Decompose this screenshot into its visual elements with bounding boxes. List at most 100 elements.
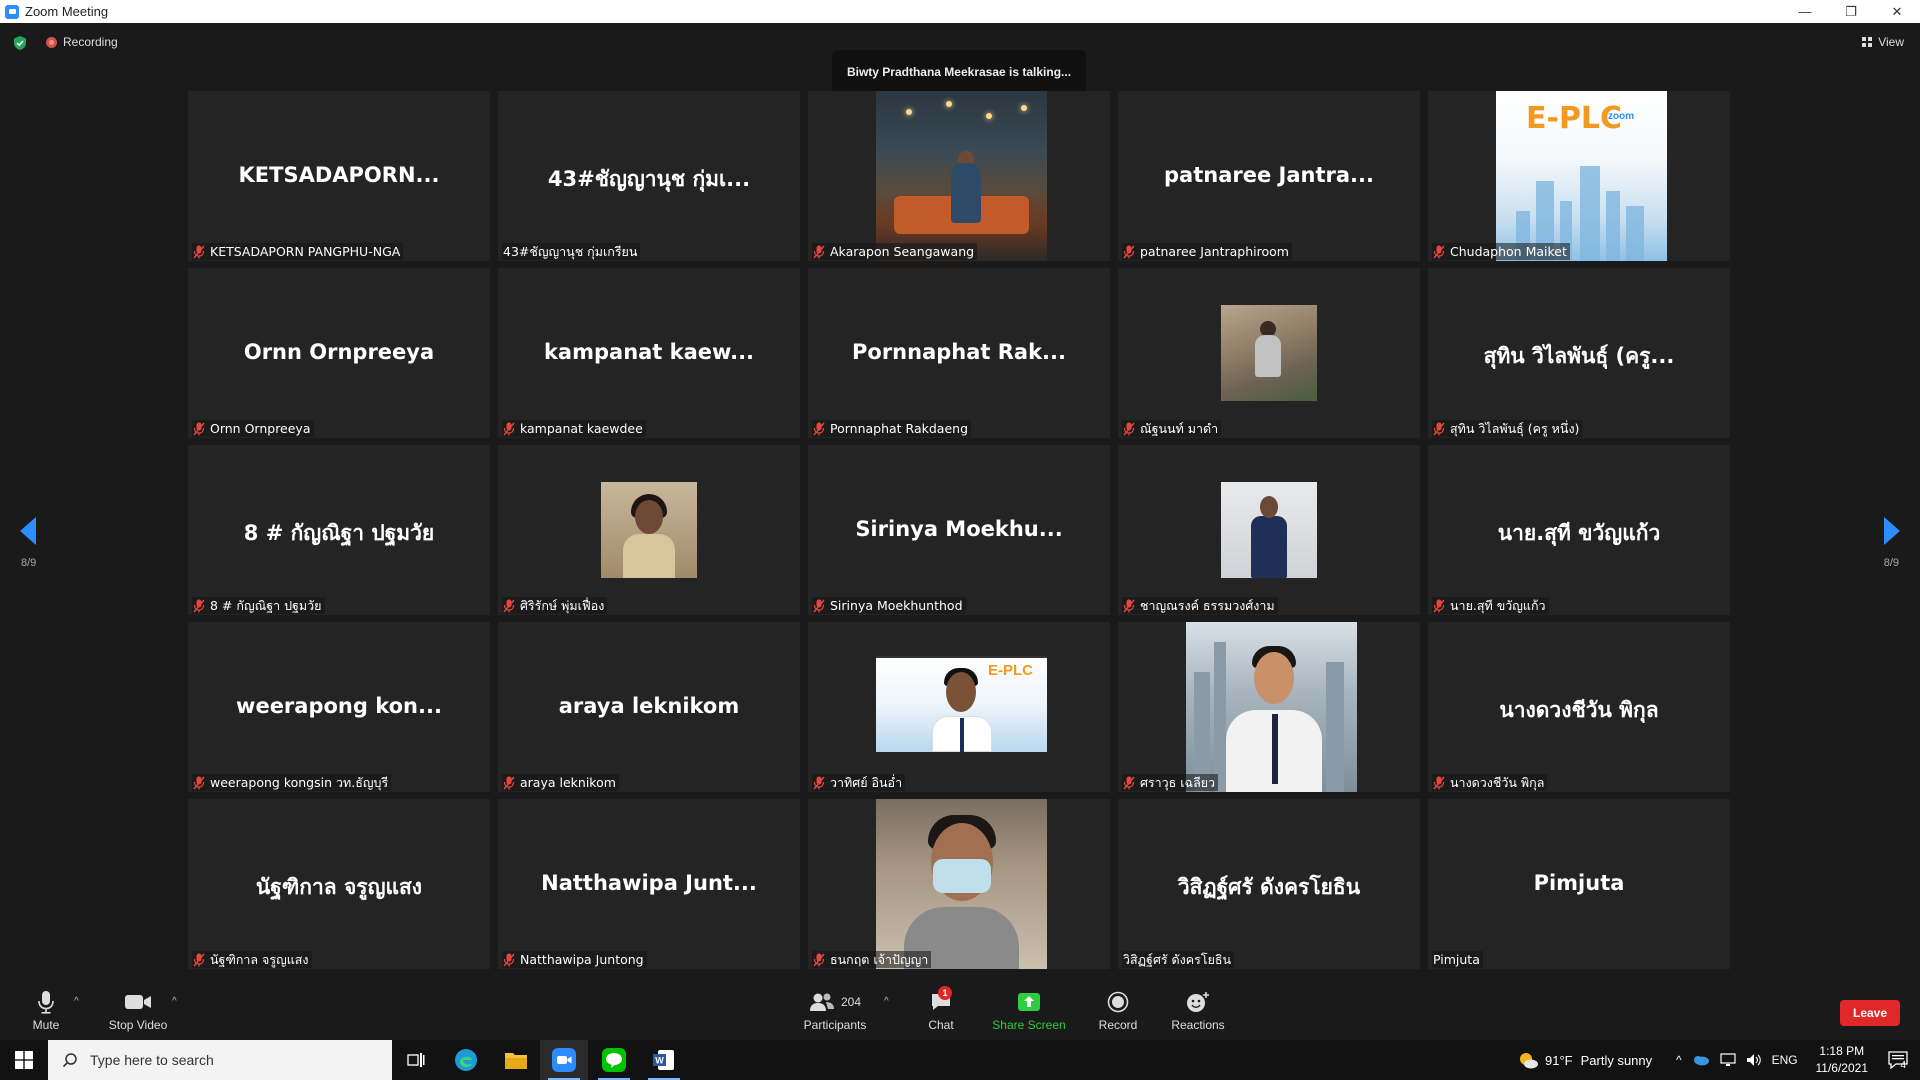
- participant-name: Chudaphon Maiket: [1450, 244, 1567, 259]
- participant-tile[interactable]: E-PLC วาทิศย์ อินอ่ำ: [808, 622, 1110, 792]
- participant-name: สุทิน วิไลพันธุ์ (ครู หนึ่ง): [1450, 420, 1580, 436]
- participants-label: Participants: [803, 1018, 867, 1032]
- stop-video-label: Stop Video: [108, 1018, 168, 1032]
- muted-microphone-icon: [1433, 776, 1445, 789]
- participant-tile[interactable]: นางดวงชีวัน พิกุล นางดวงชีวัน พิกุล: [1428, 622, 1730, 792]
- onedrive-cloud-icon[interactable]: [1692, 1054, 1710, 1066]
- participant-tile[interactable]: Akarapon Seangawang: [808, 91, 1110, 261]
- participant-tile[interactable]: ศราวุธ เฉลียว: [1118, 622, 1420, 792]
- participants-button[interactable]: 204 Participants: [800, 990, 870, 1032]
- participant-tile[interactable]: KETSADAPORN... KETSADAPORN PANGPHU-NGA: [188, 91, 490, 261]
- restore-button[interactable]: ❐: [1828, 0, 1874, 23]
- record-button[interactable]: Record: [1098, 990, 1138, 1032]
- participant-tile[interactable]: weerapong kon... weerapong kongsin วท.ธัญ…: [188, 622, 490, 792]
- participant-tile[interactable]: Sirinya Moekhu... Sirinya Moekhunthod: [808, 445, 1110, 615]
- mute-button[interactable]: Mute: [26, 990, 66, 1032]
- muted-microphone-icon: [503, 776, 515, 789]
- participant-tile[interactable]: E-PLC zoom Chudaphon Maiket: [1428, 91, 1730, 261]
- participant-tile[interactable]: ธนกฤต เจ้าปัญญา: [808, 799, 1110, 969]
- previous-page-arrow-icon[interactable]: [20, 517, 36, 545]
- muted-microphone-icon: [193, 599, 205, 612]
- participant-tile[interactable]: ศิริรักษ์ พุ่มเฟื่อง: [498, 445, 800, 615]
- participant-tile[interactable]: kampanat kaew... kampanat kaewdee: [498, 268, 800, 438]
- participant-tile[interactable]: สุทิน วิไลพันธุ์ (ครู... สุทิน วิไลพันธุ์…: [1428, 268, 1730, 438]
- participant-tile[interactable]: วิสิฏฐ์ศรั ดังครโยธิน วิสิฏฐ์ศรั ดังครโยธ…: [1118, 799, 1420, 969]
- chat-label: Chat: [928, 1018, 954, 1032]
- participants-options-chevron-icon[interactable]: ^: [884, 996, 889, 1007]
- participant-display-name: Ornn Ornpreeya: [243, 340, 435, 364]
- participant-name-label: นางดวงชีวัน พิกุล: [1432, 774, 1548, 791]
- participant-name: นาย.สุที ขวัญแก้ว: [1450, 597, 1546, 613]
- participant-name: นางดวงชีวัน พิกุล: [1450, 774, 1545, 790]
- close-button[interactable]: ✕: [1874, 0, 1920, 23]
- video-options-chevron-icon[interactable]: ^: [172, 996, 177, 1007]
- weather-condition: Partly sunny: [1580, 1052, 1653, 1068]
- meeting-topbar: Recording Biwty Pradthana Meekrasae is t…: [0, 23, 1920, 94]
- participant-tile[interactable]: patnaree Jantra... patnaree Jantraphiroom: [1118, 91, 1420, 261]
- participant-name-label: วาทิศย์ อินอ่ำ: [812, 774, 906, 791]
- participant-name: Akarapon Seangawang: [830, 244, 975, 259]
- recording-indicator[interactable]: Recording: [46, 35, 118, 49]
- participant-display-name: patnaree Jantra...: [1164, 163, 1374, 187]
- muted-microphone-icon: [193, 776, 205, 789]
- participant-tile[interactable]: 8 # กัญณิฐา ปฐมวัย 8 # กัญณิฐา ปฐมวัย: [188, 445, 490, 615]
- window-titlebar: Zoom Meeting — ❐ ✕: [0, 0, 1920, 23]
- participant-name-label: Sirinya Moekhunthod: [812, 597, 966, 614]
- task-view-button[interactable]: [392, 1040, 440, 1080]
- participant-tile[interactable]: 43#ชัญญานุช กุ่มเ... 43#ชัญญานุช กุ่มเกรี…: [498, 91, 800, 261]
- weather-widget[interactable]: 91°F Partly sunny: [1517, 1040, 1652, 1080]
- participant-name-label: Pimjuta: [1432, 951, 1483, 968]
- share-screen-button[interactable]: Share Screen: [992, 990, 1066, 1032]
- participant-tile[interactable]: Ornn Ornpreeya Ornn Ornpreeya: [188, 268, 490, 438]
- leave-button[interactable]: Leave: [1840, 1000, 1900, 1026]
- taskbar-zoom-button[interactable]: [540, 1040, 588, 1080]
- stop-video-button[interactable]: Stop Video: [108, 990, 168, 1032]
- notification-center-button[interactable]: 4: [1888, 1040, 1909, 1080]
- taskbar-clock[interactable]: 1:18 PM 11/6/2021: [1816, 1043, 1869, 1077]
- participant-name-label: ศิริรักษ์ พุ่มเฟื่อง: [502, 597, 608, 614]
- participant-name: ณัฐนนท์ มาดำ: [1140, 420, 1219, 436]
- taskbar-search-box[interactable]: Type here to search: [48, 1040, 392, 1080]
- participant-video: [1186, 622, 1357, 792]
- muted-microphone-icon: [1433, 599, 1445, 612]
- participant-tile[interactable]: นัฐฑิกาล จรูญแสง นัฐฑิกาล จรูญแสง: [188, 799, 490, 969]
- participant-name: araya leknikom: [520, 775, 616, 790]
- speaker-volume-icon[interactable]: [1746, 1053, 1762, 1067]
- taskbar-line-button[interactable]: [590, 1040, 638, 1080]
- participant-tile[interactable]: ณัฐนนท์ มาดำ: [1118, 268, 1420, 438]
- notification-count: 4: [1900, 1059, 1906, 1071]
- show-hidden-icons-chevron-icon[interactable]: ^: [1676, 1053, 1682, 1067]
- participant-tile[interactable]: นาย.สุที ขวัญแก้ว นาย.สุที ขวัญแก้ว: [1428, 445, 1730, 615]
- participants-count: 204: [840, 995, 862, 1009]
- input-language[interactable]: ENG: [1772, 1053, 1798, 1067]
- shield-icon[interactable]: [12, 35, 28, 51]
- taskbar-edge-button[interactable]: [442, 1040, 490, 1080]
- participant-name: Natthawipa Juntong: [520, 952, 644, 967]
- system-tray: ^ ENG: [1676, 1040, 1798, 1080]
- next-page-arrow-icon[interactable]: [1884, 517, 1900, 545]
- chat-button[interactable]: 1 Chat: [924, 986, 958, 1032]
- view-button[interactable]: View: [1862, 35, 1904, 49]
- participant-name-label: kampanat kaewdee: [502, 420, 646, 437]
- reactions-label: Reactions: [1171, 1018, 1225, 1032]
- participant-profile-picture: E-PLC zoom: [1496, 91, 1667, 261]
- participant-name: วาทิศย์ อินอ่ำ: [830, 774, 903, 790]
- participant-tile[interactable]: araya leknikom araya leknikom: [498, 622, 800, 792]
- participant-tile[interactable]: ชาญณรงค์ ธรรมวงศ์งาม: [1118, 445, 1420, 615]
- muted-microphone-icon: [1433, 422, 1445, 435]
- participant-tile[interactable]: Pimjuta Pimjuta: [1428, 799, 1730, 969]
- share-screen-label: Share Screen: [992, 1018, 1066, 1032]
- network-icon[interactable]: [1720, 1053, 1736, 1067]
- svg-text:W: W: [655, 1056, 664, 1066]
- participant-video: E-PLC: [876, 656, 1047, 752]
- minimize-button[interactable]: —: [1782, 0, 1828, 23]
- reactions-button[interactable]: Reactions: [1170, 990, 1226, 1032]
- windows-start-button[interactable]: [0, 1040, 48, 1080]
- audio-options-chevron-icon[interactable]: ^: [74, 996, 79, 1007]
- taskbar-word-button[interactable]: W: [640, 1040, 688, 1080]
- participant-tile[interactable]: Pornnaphat Rak... Pornnaphat Rakdaeng: [808, 268, 1110, 438]
- taskbar-file-explorer-button[interactable]: [492, 1040, 540, 1080]
- participant-profile-picture: [1221, 482, 1317, 578]
- participant-tile[interactable]: Natthawipa Junt... Natthawipa Juntong: [498, 799, 800, 969]
- page-counter-right: 8/9: [1883, 557, 1899, 569]
